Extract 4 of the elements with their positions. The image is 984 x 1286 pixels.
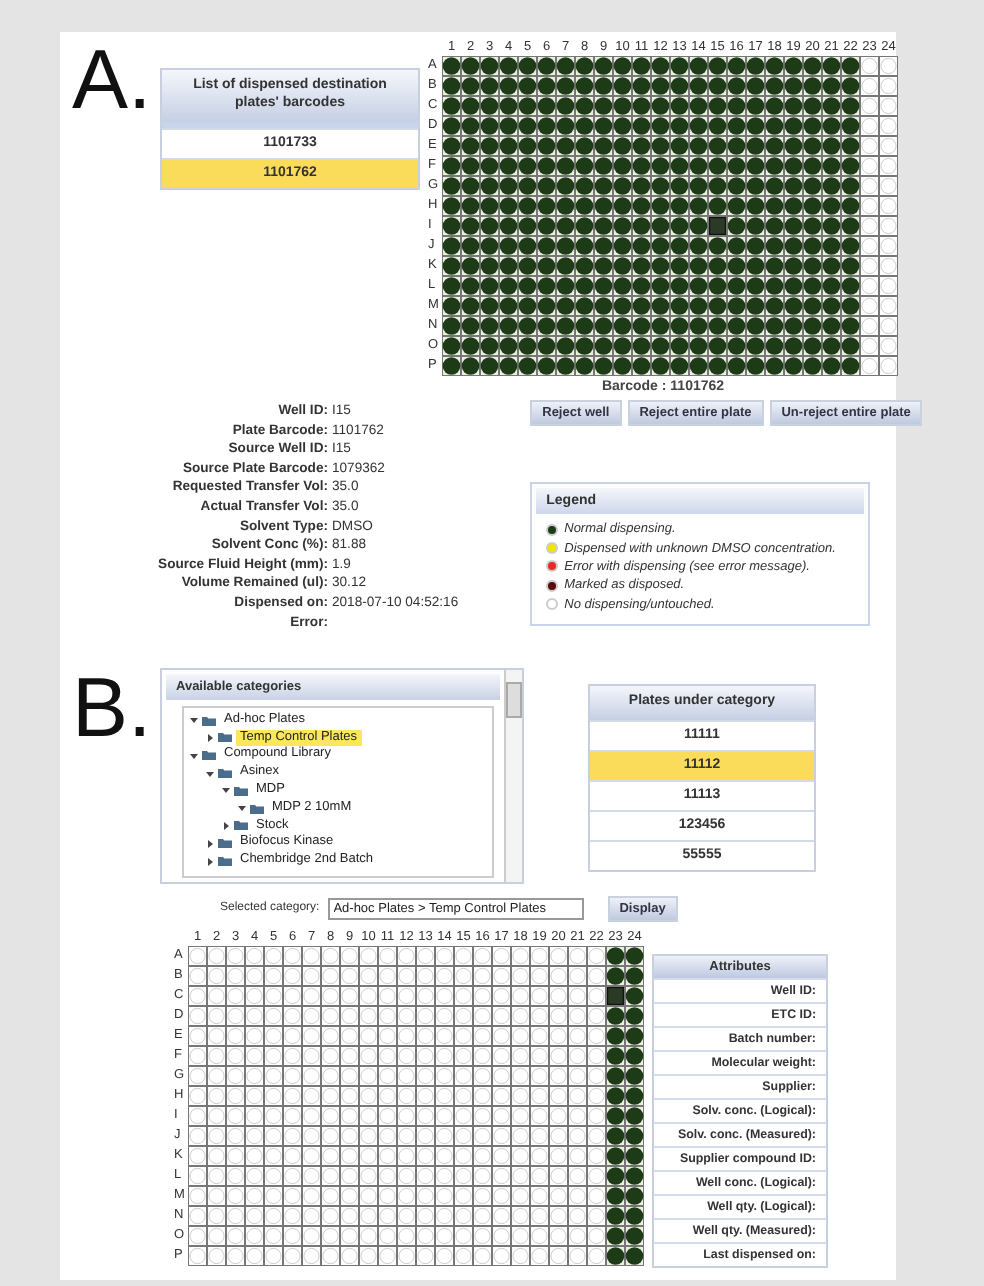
caret-icon[interactable] xyxy=(206,857,214,865)
scrollbar[interactable] xyxy=(504,669,522,882)
panel-label: A. xyxy=(72,40,154,130)
panel-label: B. xyxy=(72,667,154,758)
